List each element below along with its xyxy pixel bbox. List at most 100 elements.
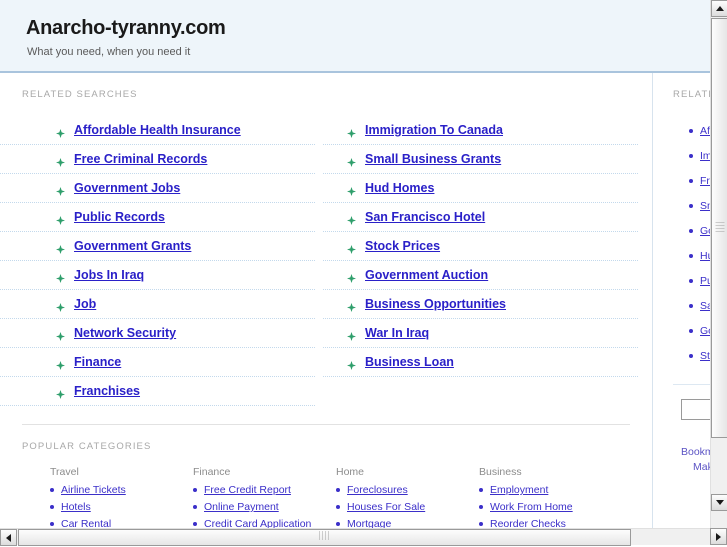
related-search-link[interactable]: Government Auction <box>365 268 488 282</box>
sidebar-link[interactable]: Affordable Health Insurance <box>700 125 710 137</box>
popular-category-link[interactable]: Airline Tickets <box>61 484 126 496</box>
related-search-item[interactable]: Job <box>0 290 315 319</box>
sidebar-link[interactable]: Small Business Grants <box>700 200 710 212</box>
popular-category-link[interactable]: Hotels <box>61 501 91 513</box>
sidebar-link[interactable]: Government Jobs <box>700 225 710 237</box>
popular-category-link[interactable]: Employment <box>490 484 548 496</box>
related-search-link[interactable]: Network Security <box>74 326 176 340</box>
popular-category-item[interactable]: Free Credit Report <box>193 484 336 496</box>
related-search-item[interactable]: Government Grants <box>0 232 315 261</box>
related-search-item[interactable]: Affordable Health Insurance <box>0 116 315 145</box>
sidebar-link-item[interactable]: San Francisco Hotel <box>689 293 710 318</box>
related-search-link[interactable]: Finance <box>74 355 121 369</box>
related-search-item[interactable]: Hud Homes <box>323 174 638 203</box>
popular-category-item[interactable]: Foreclosures <box>336 484 479 496</box>
popular-category-link[interactable]: Online Payment <box>204 501 279 513</box>
related-search-item[interactable]: San Francisco Hotel <box>323 203 638 232</box>
horizontal-scrollbar-thumb[interactable] <box>18 529 631 546</box>
related-search-link[interactable]: Franchises <box>74 384 140 398</box>
horizontal-scrollbar[interactable] <box>0 528 710 545</box>
popular-category-item[interactable]: Employment <box>479 484 622 496</box>
popular-category-item[interactable]: Airline Tickets <box>50 484 193 496</box>
related-search-item[interactable]: Network Security <box>0 319 315 348</box>
scroll-up-button[interactable] <box>711 0 727 17</box>
triangle-up-icon <box>716 6 724 11</box>
related-search-item[interactable]: War In Iraq <box>323 319 638 348</box>
sidebar-link-item[interactable]: Government Grants <box>689 318 710 343</box>
related-search-link[interactable]: Affordable Health Insurance <box>74 123 241 137</box>
related-search-item[interactable]: Small Business Grants <box>323 145 638 174</box>
popular-category-item[interactable]: Credit Card Application <box>193 518 336 528</box>
related-search-item[interactable]: Business Loan <box>323 348 638 377</box>
related-search-item[interactable]: Government Jobs <box>0 174 315 203</box>
related-search-link[interactable]: Job <box>74 297 96 311</box>
related-search-item[interactable]: Franchises <box>0 377 315 406</box>
related-search-link[interactable]: Stock Prices <box>365 239 440 253</box>
sidebar-link[interactable]: Free Criminal Records <box>700 175 710 187</box>
popular-category-item[interactable]: Work From Home <box>479 501 622 513</box>
scrollbar-grip-icon <box>715 222 724 234</box>
related-search-link[interactable]: Immigration To Canada <box>365 123 503 137</box>
dot-bullet-icon <box>689 329 693 333</box>
related-search-item[interactable]: Immigration To Canada <box>323 116 638 145</box>
popular-category-item[interactable]: Mortgage <box>336 518 479 528</box>
sidebar-action-link[interactable]: Make this my homepage <box>681 461 710 473</box>
sidebar-link[interactable]: Hud Homes <box>700 250 710 262</box>
popular-category-item[interactable]: Car Rental <box>50 518 193 528</box>
related-search-link[interactable]: Government Grants <box>74 239 191 253</box>
related-search-item[interactable]: Jobs In Iraq <box>0 261 315 290</box>
related-search-link[interactable]: Public Records <box>74 210 165 224</box>
related-search-link[interactable]: Hud Homes <box>365 181 434 195</box>
related-search-link[interactable]: Small Business Grants <box>365 152 501 166</box>
sidebar-link-item[interactable]: Hud Homes <box>689 243 710 268</box>
sidebar-link-item[interactable]: Government Jobs <box>689 218 710 243</box>
sidebar-link-item[interactable]: Public Records <box>689 268 710 293</box>
scroll-left-button[interactable] <box>0 529 17 546</box>
sidebar-link-item[interactable]: Free Criminal Records <box>689 168 710 193</box>
sidebar-link-item[interactable]: Stock Prices <box>689 343 710 368</box>
scrollbar-corner <box>710 528 727 545</box>
related-search-item[interactable]: Public Records <box>0 203 315 232</box>
sidebar-link-item[interactable]: Affordable Health Insurance <box>689 118 710 143</box>
popular-category-link[interactable]: Work From Home <box>490 501 573 513</box>
related-search-item[interactable]: Finance <box>0 348 315 377</box>
popular-category-link[interactable]: Houses For Sale <box>347 501 425 513</box>
vertical-scrollbar-thumb[interactable] <box>711 18 727 438</box>
popular-category-item[interactable]: Hotels <box>50 501 193 513</box>
search-input[interactable] <box>681 399 710 420</box>
sidebar-link[interactable]: Stock Prices <box>700 350 710 362</box>
related-search-link[interactable]: Government Jobs <box>74 181 180 195</box>
popular-category-link[interactable]: Foreclosures <box>347 484 408 496</box>
related-search-item[interactable]: Free Criminal Records <box>0 145 315 174</box>
popular-category-link[interactable]: Reorder Checks <box>490 518 566 528</box>
related-search-item[interactable]: Business Opportunities <box>323 290 638 319</box>
sidebar-link[interactable]: San Francisco Hotel <box>700 300 710 312</box>
popular-category-link[interactable]: Free Credit Report <box>204 484 291 496</box>
scroll-down-button[interactable] <box>711 494 727 511</box>
sidebar-link[interactable]: Immigration To Canada <box>700 150 710 162</box>
scroll-right-button[interactable] <box>710 528 727 545</box>
vertical-scrollbar[interactable] <box>710 0 727 528</box>
popular-category-link[interactable]: Car Rental <box>61 518 111 528</box>
sidebar-link[interactable]: Government Grants <box>700 325 710 337</box>
related-search-item[interactable]: Government Auction <box>323 261 638 290</box>
related-search-link[interactable]: War In Iraq <box>365 326 429 340</box>
related-search-item[interactable]: Stock Prices <box>323 232 638 261</box>
sidebar-link-item[interactable]: Immigration To Canada <box>689 143 710 168</box>
sidebar-link-item[interactable]: Small Business Grants <box>689 193 710 218</box>
popular-category-item[interactable]: Houses For Sale <box>336 501 479 513</box>
dot-bullet-icon <box>50 488 54 492</box>
popular-category-item[interactable]: Online Payment <box>193 501 336 513</box>
related-search-link[interactable]: Free Criminal Records <box>74 152 207 166</box>
sidebar-link[interactable]: Public Records <box>700 275 710 287</box>
related-search-link[interactable]: San Francisco Hotel <box>365 210 485 224</box>
related-search-link[interactable]: Business Opportunities <box>365 297 506 311</box>
dot-bullet-icon <box>689 279 693 283</box>
related-search-link[interactable]: Business Loan <box>365 355 454 369</box>
popular-category-link[interactable]: Credit Card Application <box>204 518 311 528</box>
popular-category-link[interactable]: Mortgage <box>347 518 391 528</box>
related-search-link[interactable]: Jobs In Iraq <box>74 268 144 282</box>
star-bullet-icon <box>347 357 356 366</box>
popular-category-item[interactable]: Reorder Checks <box>479 518 622 528</box>
sidebar-action-link[interactable]: Bookmark this page <box>681 446 710 458</box>
